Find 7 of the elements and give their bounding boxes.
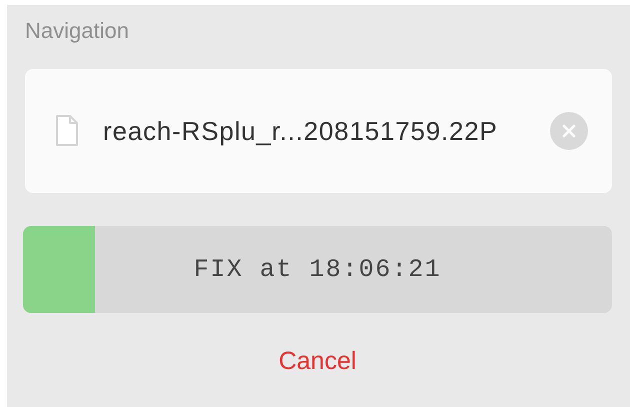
cancel-button[interactable]: Cancel <box>274 343 360 380</box>
fix-status: FIX at 18:06:21 <box>194 254 442 286</box>
file-icon <box>55 115 79 147</box>
section-title: Navigation <box>25 17 129 45</box>
clear-button[interactable] <box>550 112 588 150</box>
file-name: reach-RSplu_r...208151759.22P <box>103 114 498 148</box>
close-icon <box>562 124 576 138</box>
